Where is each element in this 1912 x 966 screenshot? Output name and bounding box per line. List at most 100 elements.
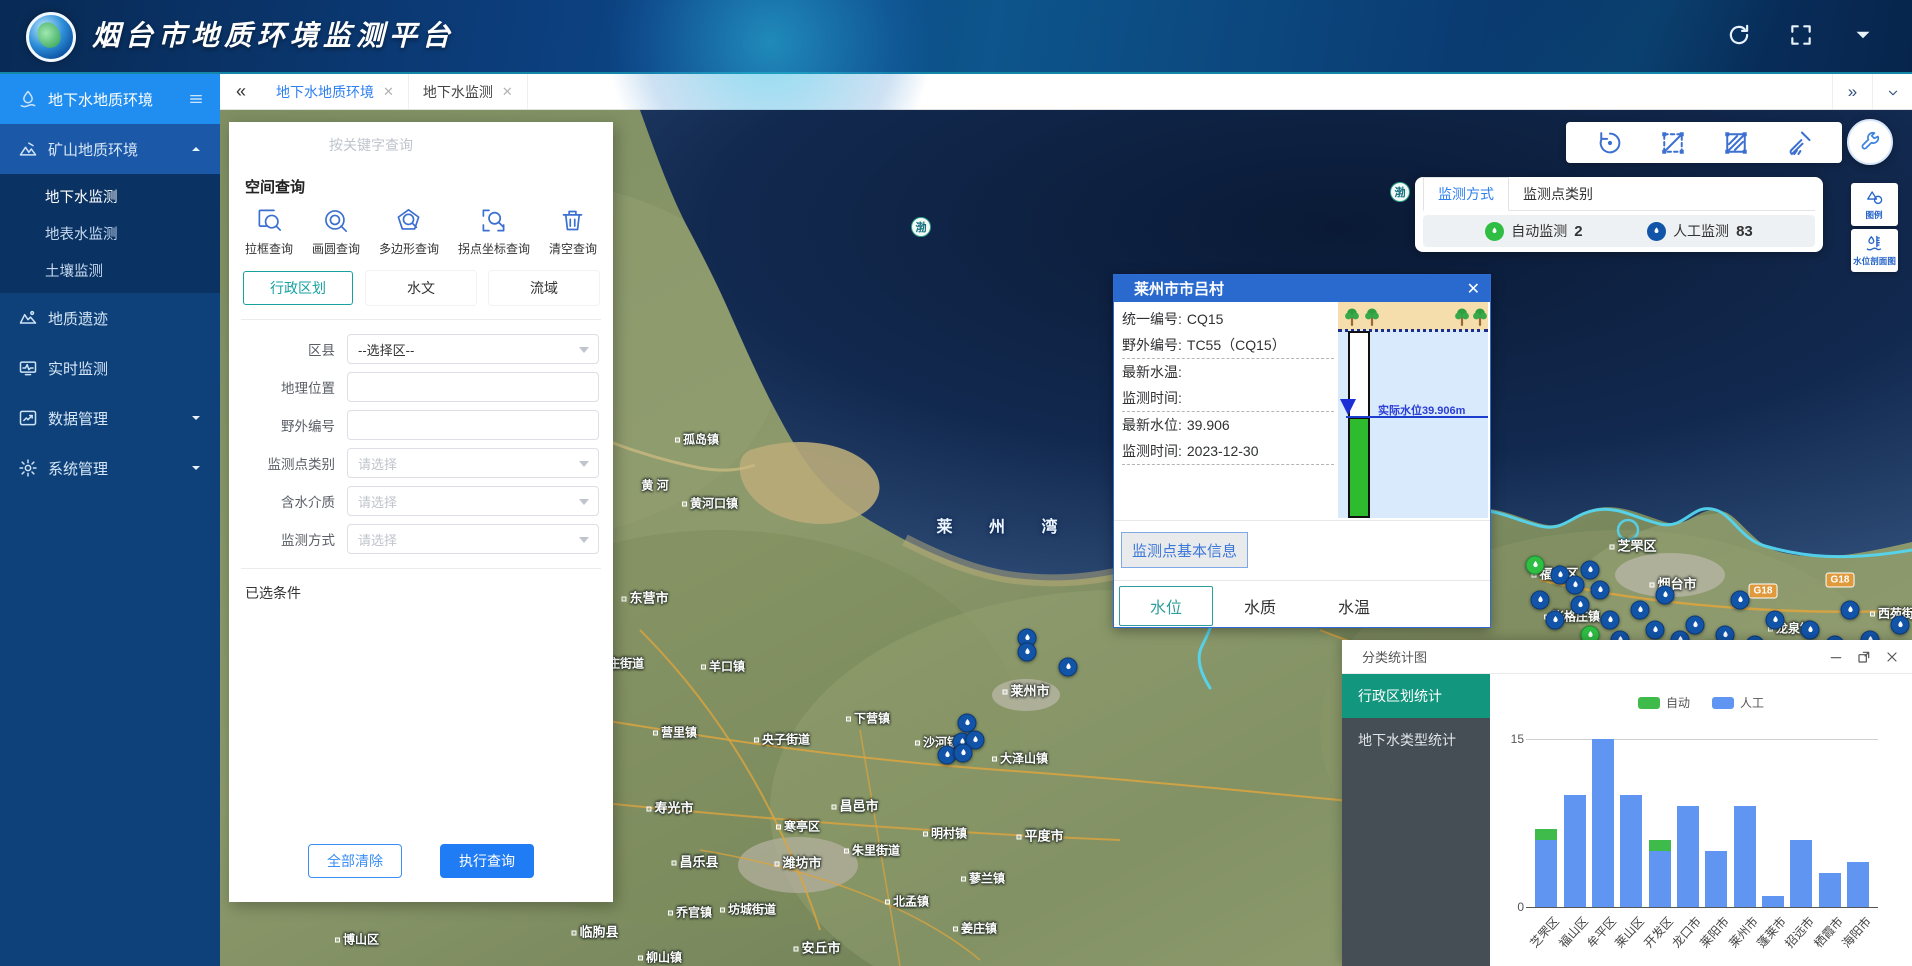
sidebar-item-地下水监测[interactable]: 地下水监测 — [0, 178, 220, 215]
tab-menu-button[interactable] — [1872, 74, 1912, 109]
manual-station-marker[interactable] — [1891, 616, 1910, 635]
bar-芝罘区[interactable] — [1535, 829, 1557, 907]
sidebar-item-矿山地质环境[interactable]: 矿山地质环境 — [0, 124, 220, 174]
close-icon[interactable]: ✕ — [1467, 279, 1480, 299]
select-caret-icon — [579, 461, 589, 467]
auto-station-marker[interactable] — [1526, 556, 1545, 575]
clear-graphics-icon[interactable] — [1785, 129, 1813, 157]
refresh-icon[interactable] — [1726, 22, 1752, 48]
caret-down-icon[interactable] — [1850, 22, 1876, 48]
chart-nav-地下水类型统计[interactable]: 地下水类型统计 — [1342, 718, 1490, 762]
clear-all-button[interactable]: 全部清除 — [308, 844, 402, 878]
tab-overflow-button[interactable]: » — [1832, 74, 1872, 109]
manual-station-marker[interactable] — [1766, 611, 1785, 630]
sidebar-item-地下水地质环境[interactable]: 地下水地质环境 — [0, 74, 220, 124]
bar-牟平区[interactable] — [1592, 739, 1614, 907]
sidebar-item-地质遗迹[interactable]: 地质遗迹 — [0, 293, 220, 343]
manual-station-marker[interactable] — [1018, 643, 1037, 662]
popup-tab-水质[interactable]: 水质 — [1213, 586, 1307, 626]
execute-query-button[interactable]: 执行查询 — [440, 844, 534, 878]
minimize-icon[interactable] — [1828, 649, 1844, 665]
tool-清空查询[interactable]: 清空查询 — [549, 207, 597, 257]
manual-station-marker[interactable] — [1631, 601, 1650, 620]
popup-tab-水位[interactable]: 水位 — [1119, 586, 1213, 626]
监测点类别-select[interactable]: 请选择 — [347, 448, 599, 478]
含水介质-select[interactable]: 请选择 — [347, 486, 599, 516]
区县-select[interactable]: --选择区-- — [347, 334, 599, 364]
tool-多边形查询[interactable]: 多边形查询 — [379, 207, 439, 257]
menu-icon[interactable] — [188, 91, 204, 107]
sidebar-item-实时监测[interactable]: 实时监测 — [0, 343, 220, 393]
bar-招远市[interactable] — [1790, 840, 1812, 907]
sidebar-item-系统管理[interactable]: 系统管理 — [0, 443, 220, 493]
tool-画圆查询[interactable]: 画圆查询 — [312, 207, 360, 257]
地理位置-input[interactable] — [347, 372, 599, 402]
manual-station-marker[interactable] — [1686, 616, 1705, 635]
stat-人工监测[interactable]: 人工监测83 — [1647, 221, 1753, 241]
manual-station-marker[interactable] — [1566, 576, 1585, 595]
bar-栖霞市[interactable] — [1819, 873, 1841, 907]
monitor-tab-监测方式[interactable]: 监测方式 — [1423, 177, 1509, 211]
manual-station-marker[interactable] — [1546, 611, 1565, 630]
manual-station-marker[interactable] — [1601, 611, 1620, 630]
manual-station-marker[interactable] — [1656, 586, 1675, 605]
manual-station-marker[interactable] — [1591, 581, 1610, 600]
chevron-up-icon[interactable] — [188, 141, 204, 157]
map-button-水位剖面图[interactable]: 水位剖面图 — [1851, 229, 1898, 272]
bar-莱阳市[interactable] — [1705, 851, 1727, 907]
monitor-tab-监测点类别[interactable]: 监测点类别 — [1509, 177, 1607, 210]
collapse-tabs-button[interactable]: « — [220, 74, 262, 109]
sidebar-item-地表水监测[interactable]: 地表水监测 — [0, 215, 220, 252]
legend-item-自动[interactable]: 自动 — [1638, 694, 1690, 711]
chart-nav-行政区划统计[interactable]: 行政区划统计 — [1342, 674, 1490, 718]
tool-拉框查询[interactable]: 拉框查询 — [245, 207, 293, 257]
map-button-图例[interactable]: 图例 — [1851, 183, 1898, 226]
manual-station-marker[interactable] — [1531, 591, 1550, 610]
sidebar-item-土壤监测[interactable]: 土壤监测 — [0, 252, 220, 289]
监测方式-select[interactable]: 请选择 — [347, 524, 599, 554]
system-icon — [18, 458, 38, 478]
close-icon[interactable] — [1884, 649, 1900, 665]
bar-莱州市[interactable] — [1734, 806, 1756, 907]
tab-地下水监测[interactable]: 地下水监测✕ — [409, 74, 528, 109]
measure-distance-icon[interactable] — [1659, 129, 1687, 157]
query-tab-行政区划[interactable]: 行政区划 — [243, 271, 353, 305]
bar-开发区[interactable] — [1649, 840, 1671, 907]
station-info-button[interactable]: 监测点基本信息 — [1121, 532, 1248, 568]
bar-莱山区[interactable] — [1620, 795, 1642, 907]
popup-tab-水温[interactable]: 水温 — [1307, 586, 1401, 626]
query-tab-水文[interactable]: 水文 — [366, 271, 476, 305]
fullscreen-icon[interactable] — [1788, 22, 1814, 48]
bar-龙口市[interactable] — [1677, 806, 1699, 907]
chevron-down-icon[interactable] — [188, 460, 204, 476]
manual-station-marker[interactable] — [1731, 591, 1750, 610]
stat-自动监测[interactable]: 自动监测2 — [1485, 221, 1582, 241]
measure-area-icon[interactable] — [1722, 129, 1750, 157]
map-tools-button[interactable] — [1847, 119, 1893, 165]
manual-station-marker[interactable] — [1801, 621, 1820, 640]
stat-label: 人工监测 — [1673, 221, 1729, 241]
restore-icon[interactable] — [1856, 649, 1872, 665]
query-tab-流域[interactable]: 流域 — [489, 271, 599, 305]
legend-item-人工[interactable]: 人工 — [1712, 694, 1764, 711]
manual-station-marker[interactable] — [1841, 601, 1860, 620]
tool-拐点坐标查询[interactable]: 拐点坐标查询 — [458, 207, 530, 257]
reset-view-icon[interactable] — [1596, 129, 1624, 157]
bar-segment-manual — [1705, 851, 1727, 907]
keyword-search-input[interactable] — [243, 136, 512, 154]
bar-蓬莱市[interactable] — [1762, 896, 1784, 907]
野外编号-input[interactable] — [347, 410, 599, 440]
manual-station-marker[interactable] — [1571, 596, 1590, 615]
close-icon[interactable]: ✕ — [383, 84, 394, 100]
manual-station-marker[interactable] — [1581, 561, 1600, 580]
sidebar-item-数据管理[interactable]: 数据管理 — [0, 393, 220, 443]
bar-海阳市[interactable] — [1847, 862, 1869, 907]
manual-station-marker[interactable] — [1646, 621, 1665, 640]
manual-station-marker[interactable] — [954, 744, 973, 763]
manual-station-marker[interactable] — [1059, 658, 1078, 677]
close-icon[interactable]: ✕ — [502, 84, 513, 100]
bar-福山区[interactable] — [1564, 795, 1586, 907]
tool-label: 拉框查询 — [245, 240, 293, 257]
tab-地下水地质环境[interactable]: 地下水地质环境✕ — [262, 74, 409, 109]
chevron-down-icon[interactable] — [188, 410, 204, 426]
